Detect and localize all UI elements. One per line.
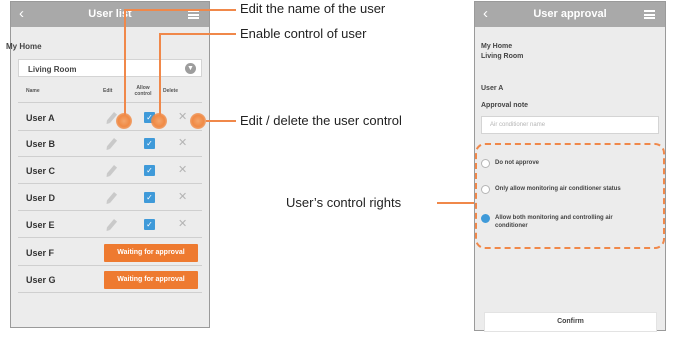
row-divider <box>18 237 202 238</box>
row-divider <box>18 183 202 184</box>
user-name: User C <box>26 166 56 176</box>
column-header-name: Name <box>26 88 40 94</box>
annotation-edit-delete: Edit / delete the user control <box>240 113 402 128</box>
room-label: Living Room <box>481 53 524 60</box>
column-header-edit: Edit <box>103 88 113 94</box>
user-row[interactable]: User E ✓ ✕ <box>18 213 202 237</box>
user-row[interactable]: User G Waiting for approval <box>18 268 202 292</box>
page-title: User approval <box>533 8 607 20</box>
menu-icon[interactable] <box>644 10 655 19</box>
delete-icon[interactable]: ✕ <box>178 217 187 230</box>
confirm-button[interactable]: Confirm <box>484 312 657 332</box>
radio-button-selected[interactable] <box>481 214 490 223</box>
user-label: User A <box>481 85 504 92</box>
allow-control-checkbox[interactable]: ✓ <box>144 138 155 149</box>
edit-pencil-icon[interactable] <box>106 192 118 203</box>
home-label: My Home <box>6 42 42 51</box>
allow-control-checkbox[interactable]: ✓ <box>144 219 155 230</box>
annotation-line <box>159 33 236 35</box>
delete-highlight-marker <box>190 113 206 129</box>
user-name: User A <box>26 113 55 123</box>
user-row[interactable]: User F Waiting for approval <box>18 241 202 265</box>
column-header-delete: Delete <box>163 88 179 94</box>
annotation-line <box>437 202 474 204</box>
row-divider <box>18 265 202 266</box>
menu-icon[interactable] <box>188 10 199 19</box>
annotation-line <box>124 9 236 11</box>
radio-button[interactable] <box>481 159 490 168</box>
row-divider <box>18 130 202 131</box>
row-divider <box>18 210 202 211</box>
column-header-allow-control: Allow control <box>134 85 152 97</box>
waiting-for-approval-button[interactable]: Waiting for approval <box>104 271 198 289</box>
option-label: Only allow monitoring air conditioner st… <box>495 186 621 192</box>
allow-highlight-marker <box>151 113 167 129</box>
allow-control-checkbox[interactable]: ✓ <box>144 165 155 176</box>
room-dropdown-value: Living Room <box>28 65 77 74</box>
user-row[interactable]: User C ✓ ✕ <box>18 159 202 183</box>
edit-pencil-icon[interactable] <box>106 219 118 230</box>
annotation-line <box>206 120 236 122</box>
delete-icon[interactable]: ✕ <box>178 136 187 149</box>
annotation-edit-name: Edit the name of the user <box>240 1 386 16</box>
edit-highlight-marker <box>116 113 132 129</box>
delete-icon[interactable]: ✕ <box>178 190 187 203</box>
waiting-for-approval-button[interactable]: Waiting for approval <box>104 244 198 262</box>
user-list-topbar: ‹ User list <box>11 2 209 27</box>
edit-pencil-icon[interactable] <box>106 138 118 149</box>
user-row[interactable]: User B ✓ ✕ <box>18 132 202 156</box>
row-divider <box>18 156 202 157</box>
allow-control-checkbox[interactable]: ✓ <box>144 192 155 203</box>
user-name: User D <box>26 193 56 203</box>
approval-note-placeholder: Air conditioner name <box>490 122 546 128</box>
delete-icon[interactable]: ✕ <box>178 110 187 123</box>
edit-pencil-icon[interactable] <box>106 165 118 176</box>
approval-note-label: Approval note <box>481 102 529 109</box>
user-name: User F <box>26 248 55 258</box>
option-label: Do not approve <box>495 160 540 166</box>
row-divider <box>18 292 202 293</box>
user-name: User G <box>26 275 56 285</box>
annotation-enable-control: Enable control of user <box>240 26 367 41</box>
user-approval-topbar: ‹ User approval <box>475 2 665 27</box>
delete-icon[interactable]: ✕ <box>178 163 187 176</box>
annotation-line <box>159 33 161 115</box>
option-label: Allow both monitoring and controlling ai… <box>495 215 613 229</box>
chevron-down-icon: ▼ <box>185 63 196 74</box>
annotation-control-rights: User’s control rights <box>286 195 402 210</box>
annotation-line <box>124 9 126 115</box>
user-name: User E <box>26 220 55 230</box>
home-label: My Home <box>481 43 513 50</box>
radio-button[interactable] <box>481 185 490 194</box>
user-row[interactable]: User D ✓ ✕ <box>18 186 202 210</box>
header-divider <box>18 102 202 103</box>
room-dropdown[interactable]: Living Room ▼ <box>18 59 202 77</box>
user-name: User B <box>26 139 56 149</box>
approval-note-input[interactable]: Air conditioner name <box>481 116 659 134</box>
user-row[interactable]: User A ✓ ✕ <box>18 106 202 130</box>
